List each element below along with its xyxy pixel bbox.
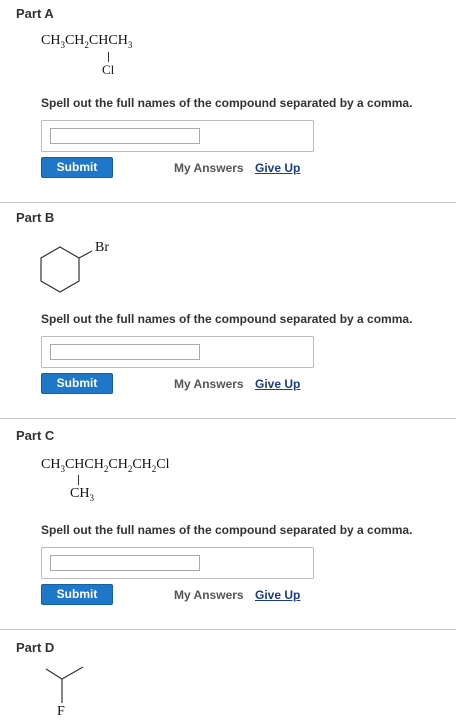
part-b-prompt: Spell out the full names of the compound… [41,312,413,326]
part-c-answer-input[interactable] [50,555,200,571]
part-d-skeletal-structure [45,666,84,703]
divider-a [0,202,456,203]
divider-b [0,418,456,419]
part-a-answer-box [41,120,314,152]
part-a-title: Part A [16,6,54,21]
part-a-prompt: Spell out the full names of the compound… [41,96,413,110]
part-c-submit-button[interactable]: Submit [41,584,113,605]
part-c-bond-line [78,475,79,485]
part-c-give-up-link[interactable]: Give Up [255,588,300,602]
part-a-formula-sub: Cl [102,62,115,77]
part-a-my-answers-link[interactable]: My Answers [174,161,244,175]
part-a-bond-line [108,52,109,62]
part-a-answer-input[interactable] [50,128,200,144]
part-b-title: Part B [16,210,55,225]
part-b-answer-input[interactable] [50,344,200,360]
part-c-my-answers-link[interactable]: My Answers [174,588,244,602]
part-b-answer-box [41,336,314,368]
part-a-submit-button[interactable]: Submit [41,157,113,178]
part-c-formula-main: CH3CHCH2CH2CH2Cl [41,457,170,474]
divider-c [0,629,456,630]
part-b-br-label: Br [95,240,109,255]
part-c-answer-box [41,547,314,579]
cyclohexane-bromo-structure [40,246,93,293]
part-a-give-up-link[interactable]: Give Up [255,161,300,175]
part-b-give-up-link[interactable]: Give Up [255,377,300,391]
part-c-prompt: Spell out the full names of the compound… [41,523,413,537]
part-d-f-label: F [57,704,65,719]
part-b-submit-button[interactable]: Submit [41,373,113,394]
part-d-title: Part D [16,640,55,655]
part-a-formula-main: CH3CH2CHCH3 [41,33,133,50]
part-c-title: Part C [16,428,55,443]
part-c-formula-sub: CH3 [70,486,94,503]
part-b-my-answers-link[interactable]: My Answers [174,377,244,391]
